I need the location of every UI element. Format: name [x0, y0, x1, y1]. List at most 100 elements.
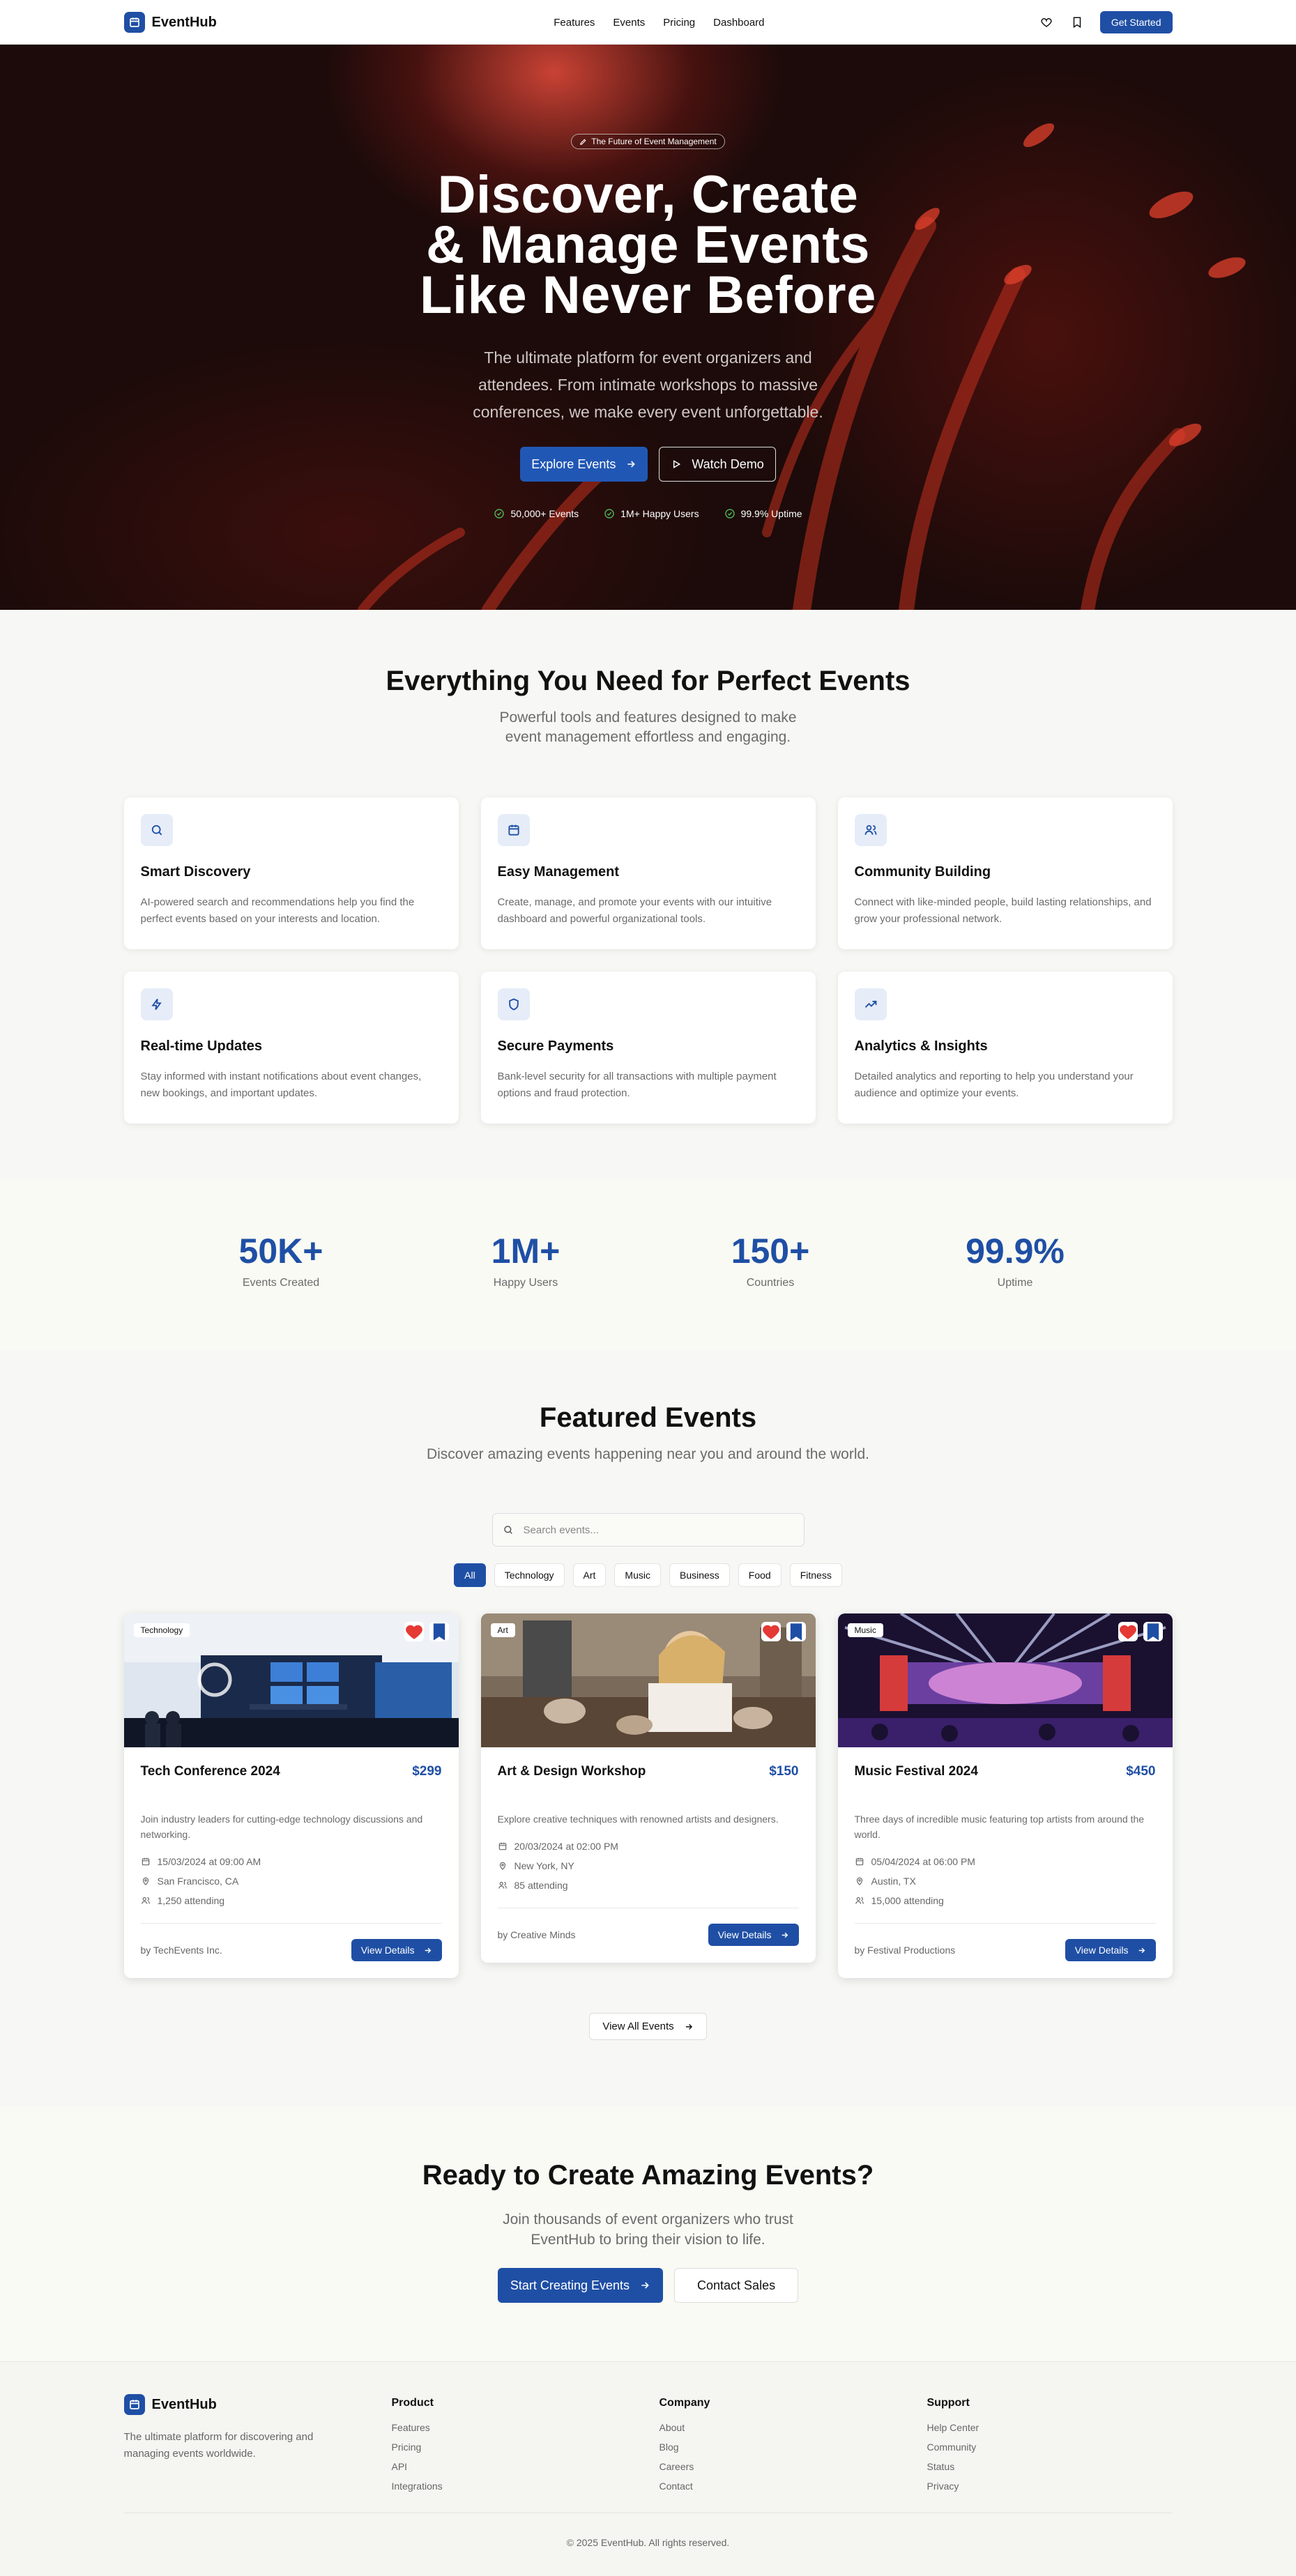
filter-technology[interactable]: Technology — [494, 1563, 565, 1587]
bookmark-icon[interactable] — [1069, 15, 1085, 30]
view-details-button[interactable]: View Details — [351, 1939, 442, 1961]
play-icon — [673, 460, 681, 468]
feature-title: Analytics & Insights — [854, 1038, 988, 1054]
get-started-button[interactable]: Get Started — [1099, 11, 1173, 33]
footer-link-about[interactable]: About — [660, 2422, 927, 2433]
check-circle-icon — [494, 509, 505, 519]
event-search-input[interactable] — [523, 1524, 794, 1536]
hero-actions: Explore Events Watch Demo — [300, 447, 997, 482]
heart-icon[interactable] — [1118, 1622, 1138, 1641]
footer-link-careers[interactable]: Careers — [660, 2461, 927, 2472]
filter-fitness[interactable]: Fitness — [789, 1563, 842, 1587]
copyright: © 2025 EventHub. All rights reserved. — [123, 2513, 1173, 2548]
watch-demo-button[interactable]: Watch Demo — [659, 447, 776, 482]
view-details-label: View Details — [717, 1929, 772, 1940]
hero-section: The Future of Event Management Discover,… — [0, 45, 1296, 610]
hero-title: Discover, Create & Manage Events Like Ne… — [300, 169, 997, 325]
event-meta: 20/03/2024 at 02:00 PM New York, NY 85 a… — [498, 1837, 799, 1895]
brand[interactable]: EventHub — [123, 12, 217, 33]
event-title: Music Festival 2024 — [854, 1764, 978, 1779]
stats-section: 50K+ Events Created 1M+ Happy Users 150+… — [0, 1179, 1296, 1349]
heart-icon[interactable] — [1039, 15, 1054, 30]
hero-title-line-2: & Manage Events — [426, 215, 870, 275]
footer-link-contact[interactable]: Contact — [660, 2481, 927, 2492]
footer-link-pricing[interactable]: Pricing — [392, 2441, 660, 2453]
feature-card-community-building: Community Building Connect with like-min… — [837, 797, 1173, 949]
event-organizer: by Festival Productions — [854, 1945, 956, 1956]
event-attending: 85 attending — [514, 1880, 568, 1891]
bookmark-icon[interactable] — [429, 1622, 449, 1641]
calendar-icon — [142, 1857, 149, 1866]
users-icon — [141, 1897, 150, 1904]
zap-icon — [140, 988, 173, 1020]
feature-card-smart-discovery: Smart Discovery AI-powered search and re… — [123, 797, 459, 949]
footer-link-blog[interactable]: Blog — [660, 2441, 927, 2453]
arrow-right-icon — [425, 1947, 431, 1953]
heart-icon[interactable] — [404, 1622, 424, 1641]
hero-stat: 99.9% Uptime — [724, 508, 802, 519]
map-pin-icon — [142, 1877, 148, 1886]
event-location-row: New York, NY — [498, 1856, 799, 1876]
nav-link-events[interactable]: Events — [613, 17, 645, 29]
view-details-button[interactable]: View Details — [1065, 1939, 1156, 1961]
view-details-button[interactable]: View Details — [708, 1924, 799, 1946]
event-location: New York, NY — [514, 1860, 574, 1871]
stat-countries: 150+ Countries — [648, 1231, 893, 1289]
footer-link-privacy[interactable]: Privacy — [927, 2481, 1173, 2492]
stat-value: 150+ — [731, 1232, 810, 1271]
event-title: Tech Conference 2024 — [140, 1764, 280, 1779]
event-attending: 15,000 attending — [871, 1895, 944, 1906]
event-card-tech-conference[interactable]: Technology Tech Conference 2024 $299 Joi… — [123, 1613, 459, 1978]
feature-title: Smart Discovery — [140, 864, 251, 880]
hero-stats: 50,000+ Events 1M+ Happy Users 99.9% Upt… — [300, 508, 997, 519]
footer-link-status[interactable]: Status — [927, 2461, 1173, 2472]
filter-business[interactable]: Business — [669, 1563, 730, 1587]
nav-link-pricing[interactable]: Pricing — [663, 17, 695, 29]
bookmark-icon[interactable] — [786, 1622, 806, 1641]
feature-card-real-time-updates: Real-time Updates Stay informed with ins… — [123, 972, 459, 1124]
cta-section: Ready to Create Amazing Events? Join tho… — [0, 2107, 1296, 2361]
event-image-actions — [404, 1622, 449, 1641]
event-image-actions — [761, 1622, 806, 1641]
check-circle-icon — [724, 509, 735, 519]
feature-desc: Connect with like-minded people, build l… — [854, 896, 1152, 925]
nav-link-dashboard[interactable]: Dashboard — [713, 17, 764, 29]
event-title: Art & Design Workshop — [497, 1764, 646, 1779]
bookmark-icon[interactable] — [1143, 1622, 1163, 1641]
event-tag: Music — [847, 1623, 883, 1637]
filter-food[interactable]: Food — [738, 1563, 782, 1587]
filter-all[interactable]: All — [454, 1563, 486, 1587]
filter-art[interactable]: Art — [572, 1563, 607, 1587]
event-card-music-festival[interactable]: Music Music Festival 2024 $450 Three day… — [837, 1613, 1173, 1978]
contact-sales-button[interactable]: Contact Sales — [674, 2268, 799, 2303]
features-grid: Smart Discovery AI-powered search and re… — [123, 797, 1173, 1124]
features-title: Everything You Need for Perfect Events — [386, 666, 910, 696]
footer: EventHub The ultimate platform for disco… — [0, 2361, 1296, 2576]
event-tag: Art — [490, 1623, 515, 1637]
start-creating-events-button[interactable]: Start Creating Events — [497, 2268, 664, 2303]
footer-col-company: Company About Blog Careers Contact — [660, 2394, 927, 2492]
feature-card-easy-management: Easy Management Create, manage, and prom… — [480, 797, 816, 949]
event-attending-row: 85 attending — [498, 1876, 799, 1895]
hero-title-line-3: Like Never Before — [420, 266, 876, 325]
explore-events-button[interactable]: Explore Events — [520, 447, 648, 482]
event-card-art-workshop[interactable]: Art Art & Design Workshop $150 Explore c… — [480, 1613, 816, 1963]
footer-link-api[interactable]: API — [392, 2461, 660, 2472]
event-price: $450 — [1126, 1764, 1156, 1779]
footer-link-help-center[interactable]: Help Center — [927, 2422, 1173, 2433]
footer-link-community[interactable]: Community — [927, 2441, 1173, 2453]
filter-music[interactable]: Music — [614, 1563, 661, 1587]
feature-title: Secure Payments — [497, 1038, 614, 1054]
footer-link-features[interactable]: Features — [392, 2422, 660, 2433]
nav-link-features[interactable]: Features — [554, 17, 595, 29]
main-nav: Features Events Pricing Dashboard — [554, 17, 764, 29]
footer-link-integrations[interactable]: Integrations — [392, 2481, 660, 2492]
events-grid: Technology Tech Conference 2024 $299 Joi… — [123, 1613, 1173, 1978]
stat-value: 99.9% — [966, 1232, 1065, 1271]
category-filters: All Technology Art Music Business Food F… — [124, 1563, 1173, 1587]
nav-actions: Get Started — [1039, 11, 1173, 33]
footer-brand-link[interactable]: EventHub — [123, 2394, 392, 2415]
event-location: San Francisco, CA — [157, 1876, 239, 1887]
view-all-events-button[interactable]: View All Events — [589, 2013, 707, 2040]
heart-icon[interactable] — [761, 1622, 781, 1641]
